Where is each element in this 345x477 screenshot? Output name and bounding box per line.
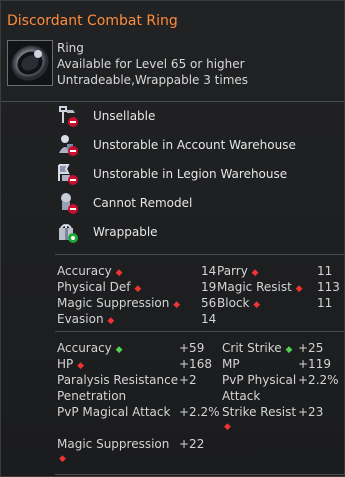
- stat-label: PvP Magical Attack: [57, 405, 171, 419]
- stat-value: 11: [317, 296, 333, 310]
- restriction-row: Unsellable: [56, 104, 336, 128]
- stat-label: Accuracy ◆: [57, 264, 123, 278]
- stat-decrease-icon: ◆: [224, 422, 231, 432]
- stat-value: 14: [201, 312, 217, 326]
- stat-label: Accuracy ◆: [57, 341, 123, 355]
- stat-label: Attack: [222, 389, 261, 403]
- trade-info: Untradeable,Wrappable 3 times: [57, 73, 249, 87]
- stat-value: 14: [201, 264, 217, 278]
- stat-label: Paralysis Resistance: [57, 373, 179, 387]
- stat-value: +23: [298, 405, 324, 419]
- stat-value: 113: [317, 280, 340, 294]
- wrap-icon: [59, 224, 78, 243]
- stat-label: Magic Suppression ◆: [57, 296, 181, 310]
- item-tooltip: Discordant Combat Ring Ring Available fo…: [0, 0, 345, 477]
- stat-label: Strike Resist: [222, 405, 297, 419]
- divider: [55, 474, 344, 475]
- stat-label: Block ◆: [217, 296, 261, 310]
- stat-value: +2.2%: [179, 405, 220, 419]
- stat-label: HP ◆: [57, 357, 85, 371]
- stat-decrease-icon: ◆: [173, 300, 181, 310]
- stat-value: 56: [201, 296, 217, 310]
- item-name: Discordant Combat Ring: [7, 13, 178, 29]
- item-type: Ring: [57, 41, 84, 55]
- legion-warehouse-icon: [58, 164, 78, 185]
- stat-decrease-icon: ◆: [295, 284, 303, 294]
- ring-icon: [7, 40, 53, 86]
- stat-decrease-icon: ◆: [77, 361, 85, 371]
- stat-value: +119: [298, 357, 331, 371]
- stat-value: +2.2%: [298, 373, 339, 387]
- stat-value: +2: [179, 373, 197, 387]
- stat-increase-icon: ◆: [115, 345, 123, 355]
- restriction-row: Unstorable in Legion Warehouse: [56, 162, 336, 186]
- stat-value: 19: [201, 280, 217, 294]
- restriction-row: Cannot Remodel: [56, 191, 336, 215]
- stat-label: Parry ◆: [217, 264, 259, 278]
- divider: [55, 101, 344, 102]
- stat-value: +25: [298, 341, 324, 355]
- stat-label: Magic Resist ◆: [217, 280, 303, 294]
- stat-value: +168: [179, 357, 212, 371]
- stat-decrease-icon: ◆: [115, 268, 123, 278]
- level-requirement: Available for Level 65 or higher: [57, 57, 245, 71]
- stat-label: MP: [222, 357, 240, 371]
- stat-label: Crit Strike ◆: [222, 341, 293, 355]
- stat-label: PvP Physical: [222, 373, 297, 387]
- stat-decrease-icon: ◆: [134, 284, 142, 294]
- stat-label: Penetration: [57, 389, 127, 403]
- stat-decrease-icon: ◆: [107, 316, 115, 326]
- account-warehouse-icon: [59, 135, 78, 156]
- remodel-icon: [61, 193, 78, 214]
- stat-increase-icon: ◆: [285, 345, 293, 355]
- stat-decrease-icon: ◆: [253, 300, 261, 310]
- unsellable-icon: [59, 106, 78, 127]
- divider: [1, 101, 55, 102]
- stat-decrease-icon: ◆: [59, 454, 66, 464]
- stat-label: Evasion ◆: [57, 312, 115, 326]
- restriction-row: Unstorable in Account Warehouse: [56, 133, 336, 157]
- restriction-row: Wrappable: [56, 220, 336, 244]
- divider: [55, 254, 344, 255]
- stat-label: Magic Suppression: [57, 437, 170, 451]
- divider: [55, 331, 344, 332]
- stat-value: +22: [179, 437, 205, 451]
- stat-decrease-icon: ◆: [251, 268, 259, 278]
- stat-value: +59: [179, 341, 205, 355]
- stat-value: 11: [317, 264, 333, 278]
- stat-label: Physical Def ◆: [57, 280, 142, 294]
